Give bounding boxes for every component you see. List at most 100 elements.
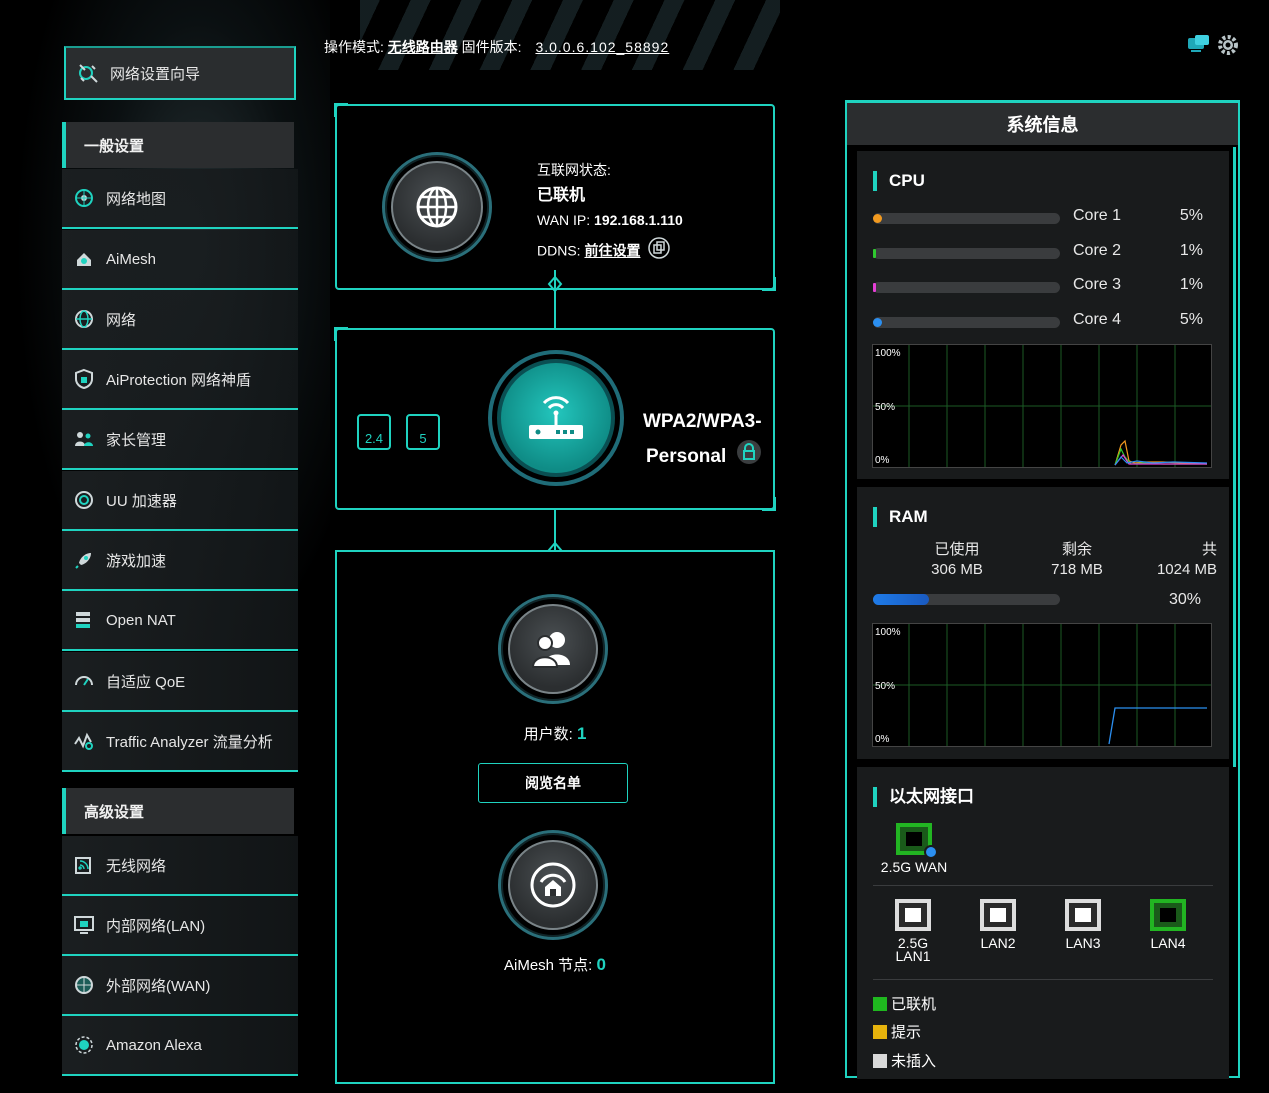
lan-port[interactable]: LAN2 (968, 899, 1028, 950)
sidebar-item-network-map[interactable]: 网络地图 (62, 169, 298, 229)
cpu-core-row: Core 3 1% (873, 276, 1223, 296)
cpu-core-label: Core 2 (1073, 242, 1122, 259)
ram-used-value: 306 MB (931, 561, 983, 578)
legend-label: 提示 (891, 1024, 922, 1041)
lan-port-icon (980, 899, 1016, 931)
advanced-settings-header: 高级设置 (62, 788, 294, 834)
speedometer-icon (72, 669, 96, 693)
clients-count-value: 1 (576, 724, 587, 743)
legend-swatch (873, 996, 887, 1011)
clients-button[interactable] (498, 594, 608, 704)
ram-usage-fill (873, 594, 930, 605)
sidebar-item-amazon-alexa[interactable]: Amazon Alexa (62, 1016, 298, 1076)
traffic-icon (72, 729, 96, 753)
wireless-icon (72, 853, 96, 877)
internet-globe-button[interactable] (382, 152, 492, 262)
lan-port[interactable]: LAN4 (1138, 899, 1198, 950)
uu-icon (72, 488, 96, 512)
operation-mode-link[interactable]: 无线路由器 (388, 39, 458, 55)
gear-icon[interactable] (1216, 33, 1240, 62)
cpu-core-row: Core 4 5% (873, 311, 1223, 331)
band-2-4ghz-label: 2.4 (364, 431, 384, 446)
lock-icon[interactable] (736, 439, 762, 477)
sidebar-item-wan[interactable]: 外部网络(WAN) (62, 956, 298, 1016)
sidebar-item-aiprotection[interactable]: AiProtection 网络神盾 (62, 350, 298, 410)
sidebar-item-label: 游戏加速 (106, 552, 167, 570)
band-5ghz-icon[interactable]: 5 (406, 414, 440, 450)
top-icons (1186, 33, 1240, 62)
sidebar-item-label: 网络 (106, 311, 137, 329)
internet-status-value: 已联机 (537, 187, 586, 204)
clients-inner (508, 604, 598, 694)
copy-icon[interactable] (648, 237, 671, 267)
aimesh-nodes-value: 0 (596, 955, 606, 974)
router-icon (529, 396, 583, 439)
divider (873, 979, 1213, 980)
system-info-scrollbar[interactable] (1233, 147, 1236, 767)
cpu-core-label: Core 4 (1073, 311, 1122, 328)
rocket-icon (72, 548, 96, 572)
ddns-setup-link[interactable]: 前往设置 (584, 243, 640, 259)
ram-usage-bar (873, 594, 1060, 605)
sidebar-item-open-nat[interactable]: Open NAT (62, 591, 298, 651)
band-2-4ghz-icon[interactable]: 2.4 (357, 414, 391, 450)
security-line-1: WPA2/WPA3- (643, 411, 762, 432)
graph-label: 100% (875, 627, 901, 638)
sidebar-item-label: 无线网络 (106, 857, 167, 875)
globe-icon (416, 186, 458, 228)
ram-used: 已使用 306 MB (917, 540, 997, 580)
internet-status-info: 互联网状态: 已联机 WAN IP: 192.168.1.110 DDNS: 前… (537, 158, 683, 267)
corner-ornament (334, 327, 348, 341)
lan-port[interactable]: LAN3 (1053, 899, 1113, 950)
view-client-list-button[interactable]: 阅览名单 (478, 763, 628, 803)
sidebar-item-label: 外部网络(WAN) (106, 977, 211, 995)
system-info-title: 系统信息 (847, 103, 1238, 145)
ram-free-label: 剩余 (1061, 541, 1092, 558)
wan-port[interactable]: 2.5G WAN (879, 823, 949, 874)
aimesh-nodes-button[interactable] (498, 830, 608, 940)
sidebar-item-network[interactable]: 网络 (62, 290, 298, 350)
server-icon (72, 608, 96, 632)
corner-ornament (762, 497, 776, 511)
router-button[interactable] (488, 350, 624, 486)
sidebar-item-traffic-analyzer[interactable]: Traffic Analyzer 流量分析 (62, 712, 298, 772)
network-map-icon (72, 186, 96, 210)
wizard-icon (76, 61, 100, 85)
cpu-core-label: Core 1 (1073, 207, 1122, 224)
sidebar-item-game-boost[interactable]: 游戏加速 (62, 531, 298, 591)
lan-port-icon (1150, 899, 1186, 931)
ram-total: 共 1024 MB (1127, 540, 1217, 580)
globe-icon (72, 307, 96, 331)
sidebar-item-aimesh[interactable]: AiMesh (62, 230, 298, 290)
ram-graph-lines (873, 624, 1211, 746)
security-line-2: Personal (646, 446, 727, 467)
lan-port-label: LAN1 (895, 948, 931, 964)
legend-swatch (873, 1024, 887, 1039)
lan-port[interactable]: 2.5G LAN1 (883, 899, 943, 963)
ddns-label: DDNS: (537, 242, 581, 259)
internet-globe-inner (391, 161, 483, 253)
wan-port-label: 2.5G WAN (880, 859, 948, 875)
graph-label: 0% (875, 455, 890, 466)
sidebar-item-parental-control[interactable]: 家长管理 (62, 410, 298, 470)
firmware-version-link[interactable]: 3.0.0.6.102_58892 (535, 39, 669, 55)
aimesh-node-icon (530, 862, 576, 908)
app-icon[interactable] (1186, 33, 1212, 62)
top-status-bar: 操作模式: 无线路由器 固件版本: 3.0.0.6.102_58892 (324, 37, 669, 57)
sidebar-item-label: UU 加速器 (106, 492, 177, 510)
lan-port-label: LAN4 (1150, 935, 1186, 951)
sidebar-item-wireless[interactable]: 无线网络 (62, 836, 298, 896)
sidebar-item-lan[interactable]: 内部网络(LAN) (62, 896, 298, 956)
sidebar-item-uu-accelerator[interactable]: UU 加速器 (62, 471, 298, 531)
firmware-label: 固件版本: (461, 39, 522, 55)
corner-ornament (762, 277, 776, 291)
sidebar-item-label: AiProtection 网络神盾 (106, 371, 252, 389)
setup-wizard-button[interactable]: 网络设置向导 (64, 46, 296, 100)
cpu-core-bar (873, 317, 1060, 328)
view-client-list-label: 阅览名单 (525, 775, 581, 791)
sidebar-item-adaptive-qoe[interactable]: 自适应 QoE (62, 652, 298, 712)
cpu-core-percent: 5% (1179, 207, 1203, 224)
wan-port-icon (896, 823, 938, 859)
cpu-title: CPU (873, 171, 925, 191)
cpu-graph-lines (873, 345, 1211, 467)
